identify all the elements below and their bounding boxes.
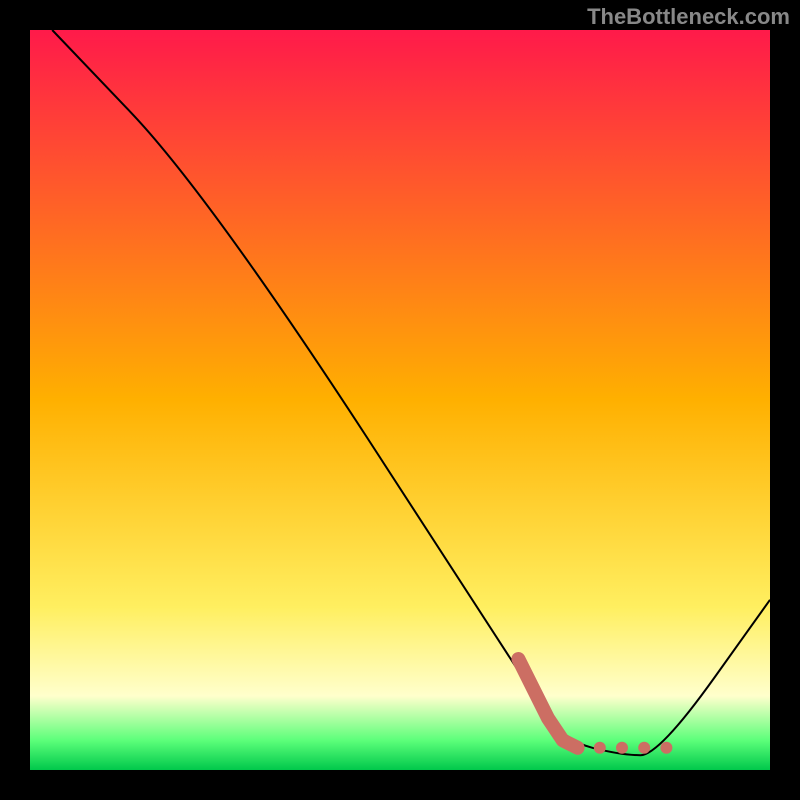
chart-frame: TheBottleneck.com <box>0 0 800 800</box>
highlight-dot <box>616 742 628 754</box>
plot-background <box>30 30 770 770</box>
highlight-dot <box>638 742 650 754</box>
watermark-text: TheBottleneck.com <box>587 4 790 30</box>
highlight-dot <box>572 742 584 754</box>
highlight-dot <box>594 742 606 754</box>
chart-svg <box>0 0 800 800</box>
highlight-dot <box>660 742 672 754</box>
